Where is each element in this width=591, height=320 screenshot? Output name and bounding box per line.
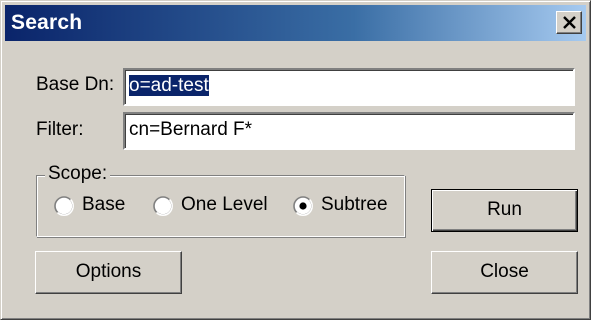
scope-option-label: Base bbox=[82, 194, 126, 215]
title-bar[interactable]: Search bbox=[5, 5, 586, 41]
run-button[interactable]: Run bbox=[431, 189, 578, 232]
scope-radio-one-level[interactable]: One Level bbox=[153, 194, 283, 218]
base-dn-value: o=ad-test bbox=[129, 75, 209, 96]
run-button-label: Run bbox=[487, 199, 522, 220]
scope-radio-subtree[interactable]: Subtree bbox=[293, 194, 401, 218]
radio-checked-icon bbox=[293, 196, 313, 216]
options-button[interactable]: Options bbox=[35, 251, 182, 294]
scope-option-label: One Level bbox=[181, 194, 268, 215]
filter-input[interactable]: cn=Bernard F* bbox=[123, 112, 575, 150]
close-button[interactable]: Close bbox=[431, 251, 578, 294]
close-icon bbox=[563, 16, 576, 29]
radio-unchecked-icon bbox=[54, 196, 74, 216]
close-button-label: Close bbox=[480, 261, 529, 282]
search-dialog: Search Base Dn: o=ad-test Filter: cn=Ber… bbox=[0, 0, 591, 320]
options-button-label: Options bbox=[75, 261, 142, 282]
base-dn-input[interactable]: o=ad-test bbox=[123, 68, 575, 106]
filter-label: Filter: bbox=[36, 119, 84, 140]
dialog-title: Search bbox=[11, 11, 83, 34]
close-window-button[interactable] bbox=[556, 11, 582, 34]
base-dn-label: Base Dn: bbox=[36, 74, 115, 95]
filter-value: cn=Bernard F* bbox=[129, 119, 253, 140]
scope-radio-base[interactable]: Base bbox=[54, 194, 144, 218]
scope-label: Scope: bbox=[45, 163, 111, 185]
radio-unchecked-icon bbox=[153, 196, 173, 216]
scope-group: Scope: Base One Level Subtree bbox=[36, 163, 405, 237]
scope-option-label: Subtree bbox=[321, 194, 388, 215]
